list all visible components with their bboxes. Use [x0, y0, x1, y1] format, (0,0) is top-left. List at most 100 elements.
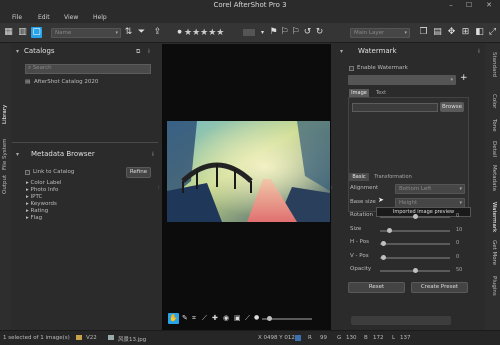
menu-edit[interactable]: Edit — [38, 14, 50, 21]
adjustments-icon[interactable]: ▤ — [432, 27, 443, 38]
browse-button[interactable]: Browse — [440, 102, 464, 112]
slider-value: 10 — [456, 226, 463, 233]
grid-view-icon[interactable]: ▦ — [3, 27, 14, 38]
rotate-right-icon[interactable]: ↻ — [314, 27, 325, 38]
grid-icon[interactable]: ⊞ — [460, 27, 471, 38]
flag-icon[interactable]: ⚑ — [268, 27, 279, 38]
single-view-icon[interactable]: ▢ — [31, 27, 42, 38]
tree-item-iptc[interactable]: ▸ IPTC — [26, 194, 61, 201]
folder-name[interactable]: V22 — [86, 335, 97, 341]
tab-plugins[interactable]: Plugins — [491, 276, 497, 296]
tab-tone[interactable]: Tone — [491, 119, 497, 132]
enable-watermark-checkbox[interactable] — [349, 66, 354, 71]
tab-get-more[interactable]: Get More — [491, 240, 497, 265]
reject-flag-icon[interactable]: ⚐ — [279, 27, 290, 38]
alignment-dropdown[interactable]: Bottom Left ▾ — [395, 184, 465, 194]
metadata-menu-icon[interactable]: ⁞ — [152, 151, 154, 158]
slider-knob[interactable] — [381, 241, 387, 246]
watermark-menu-icon[interactable]: ⁞ — [478, 48, 480, 55]
slider-knob[interactable] — [381, 254, 387, 260]
catalog-item[interactable]: AfterShot Catalog 2020 — [34, 79, 98, 85]
add-preset-icon[interactable]: + — [460, 73, 468, 83]
tree-item-flag[interactable]: ▸ Flag — [26, 215, 61, 222]
straighten-icon[interactable]: ⟋ — [202, 314, 207, 323]
photo-preview — [167, 121, 330, 222]
tab-file-system[interactable]: File System — [2, 139, 8, 170]
subtab-transformation[interactable]: Transformation — [371, 173, 415, 181]
tab-image[interactable]: Image — [349, 89, 369, 97]
heal-icon[interactable]: ✚ — [212, 314, 218, 322]
image-canvas[interactable]: ✋ ✎ ⌗ ⟋ ✚ ◉ ▣ ⟋ ● — [162, 44, 331, 330]
tree-item-keywords[interactable]: ▸ Keywords — [26, 201, 61, 208]
minimize-icon[interactable]: – — [444, 0, 458, 11]
create-preset-button[interactable]: Create Preset — [411, 282, 468, 293]
watermark-preset-dropdown[interactable]: ▾ — [348, 75, 456, 85]
tab-detail[interactable]: Detail — [491, 141, 497, 157]
slider-track[interactable] — [380, 254, 450, 260]
rotate-left-icon[interactable]: ↺ — [302, 27, 313, 38]
maximize-icon[interactable]: ☐ — [462, 0, 476, 11]
color-label-caret-icon[interactable]: ▾ — [257, 27, 268, 38]
refine-button[interactable]: Refine — [126, 167, 151, 178]
tree-item-rating[interactable]: ▸ Rating — [26, 208, 61, 215]
zoom-slider-knob[interactable] — [267, 316, 272, 321]
catalogs-menu-icon[interactable]: ⁞ — [148, 48, 150, 55]
tab-output[interactable]: Output — [2, 175, 8, 194]
eyedropper-icon[interactable]: ✎ — [182, 314, 188, 322]
tab-text[interactable]: Text — [372, 89, 390, 97]
slider-track[interactable] — [380, 214, 450, 219]
collapse-watermark-icon[interactable]: ▾ — [340, 48, 343, 55]
sort-order-icon[interactable]: ⇅ — [123, 27, 134, 38]
menu-file[interactable]: File — [12, 14, 22, 21]
slider-knob[interactable] — [413, 214, 418, 219]
add-catalog-icon[interactable]: ⧉ — [136, 48, 140, 56]
tab-library[interactable]: Library — [2, 105, 8, 124]
reset-button[interactable]: Reset — [348, 282, 405, 293]
zoom-slider[interactable] — [262, 316, 312, 321]
tab-standard[interactable]: Standard — [491, 52, 497, 77]
tab-metadata[interactable]: Metadata — [491, 165, 497, 191]
subtab-basic[interactable]: Basic — [349, 173, 369, 181]
compare-icon[interactable]: ▣ — [234, 314, 241, 322]
slider-knob[interactable] — [413, 268, 418, 273]
tree-item-color-label[interactable]: ▸ Color Label — [26, 180, 61, 187]
brush-icon[interactable]: ⟋ — [245, 314, 250, 323]
slider-track[interactable] — [380, 268, 450, 273]
menu-help[interactable]: Help — [93, 14, 107, 21]
base-size-dropdown[interactable]: Height ▾ — [395, 198, 465, 208]
layers-icon[interactable]: ❐ — [418, 27, 429, 38]
selection-count: 1 selected of 1 image(s) — [3, 335, 70, 341]
unflag-icon[interactable]: ⚐ — [290, 27, 301, 38]
rating-stars[interactable]: ★★★★★ — [184, 28, 224, 38]
file-name[interactable]: 风景13.jpg — [118, 335, 146, 343]
panel-toggle-icon[interactable]: ◧ — [474, 27, 485, 38]
tools-icon[interactable]: ✥ — [446, 27, 457, 38]
slider-knob[interactable] — [386, 227, 392, 233]
fullscreen-icon[interactable]: ⤢ — [487, 27, 498, 38]
collapse-metadata-icon[interactable]: ▾ — [16, 151, 19, 158]
collapse-catalogs-icon[interactable]: ▾ — [16, 48, 19, 55]
filter-icon[interactable]: ⏷ — [136, 27, 147, 38]
tree-item-photo-info[interactable]: ▸ Photo Info — [26, 187, 61, 194]
split-view-icon[interactable]: ▥ — [17, 27, 28, 38]
redeye-icon[interactable]: ◉ — [223, 314, 229, 322]
pan-tool-icon[interactable]: ✋ — [168, 313, 179, 324]
watermark-image-path-field[interactable] — [352, 103, 438, 112]
link-catalog-checkbox[interactable] — [25, 170, 30, 175]
panel-footer-button[interactable] — [351, 316, 451, 325]
color-label-swatch[interactable] — [243, 29, 255, 36]
catalog-search-input[interactable]: ⌕ Search — [25, 64, 151, 74]
tab-watermark[interactable]: Watermark — [491, 202, 497, 232]
zoom-out-icon[interactable]: ● — [254, 314, 259, 321]
slider-track[interactable] — [380, 241, 450, 246]
layer-dropdown[interactable]: Main Layer ▾ — [350, 28, 410, 38]
metadata-tree: ▸ Color Label ▸ Photo Info ▸ IPTC ▸ Keyw… — [26, 180, 61, 222]
close-icon[interactable]: ✕ — [482, 0, 496, 11]
tab-color[interactable]: Color — [491, 94, 497, 108]
crop-icon[interactable]: ⌗ — [192, 314, 196, 323]
slider-value: 50 — [456, 267, 463, 273]
sort-dropdown[interactable]: Name ▾ — [51, 28, 121, 38]
menu-view[interactable]: View — [64, 14, 78, 21]
slider-track[interactable] — [380, 227, 450, 233]
export-icon[interactable]: ⇪ — [152, 27, 163, 38]
